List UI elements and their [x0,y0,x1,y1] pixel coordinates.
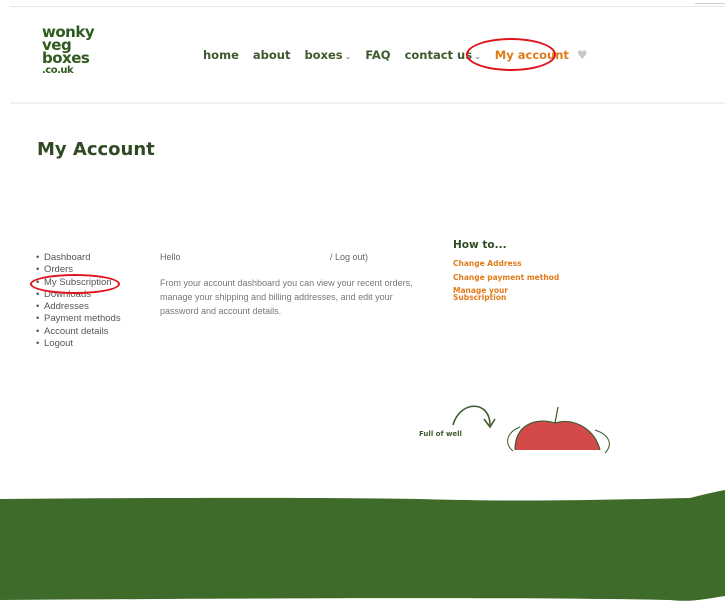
page-title: My Account [37,139,155,160]
footer-wave [0,490,725,601]
menu-item-addresses[interactable]: Addresses [36,301,121,314]
heart-icon[interactable]: ♥ [577,48,588,62]
greeting-text: Hello [160,252,181,262]
apple-body [514,420,601,451]
nav-about[interactable]: about [253,48,291,62]
curved-arrow-icon [452,405,491,426]
logo-line-3: boxes [42,49,90,67]
menu-item-payment-methods[interactable]: Payment methods [36,313,121,326]
corner-line [695,3,725,4]
menu-item-logout[interactable]: Logout [36,338,121,351]
site-logo[interactable]: wonky veg boxes .co.uk [42,25,112,77]
account-navigation: Dashboard Orders My Subscription Downloa… [36,252,121,351]
apple-stem [554,406,559,424]
promo-text: Full of well [419,430,462,438]
howto-heading: How to... [453,239,507,251]
nav-contact[interactable]: contact us ⌄ [405,48,481,62]
apple-illustration [452,405,610,454]
nav-home[interactable]: home [203,48,239,62]
menu-item-my-subscription[interactable]: My Subscription [36,277,121,290]
howto-links: Change Address Change payment method Man… [453,259,559,306]
chevron-down-icon: ⌄ [474,52,481,61]
header-divider [10,102,725,104]
nav-my-account[interactable]: My account [495,48,569,62]
howto-manage-subscription[interactable]: Manage your Subscription [453,287,513,302]
dashboard-intro: From your account dashboard you can view… [160,278,413,316]
nav-faq[interactable]: FAQ [365,48,390,62]
chevron-down-icon: ⌄ [344,52,352,61]
menu-item-account-details[interactable]: Account details [36,326,121,339]
main-nav: home about boxes ⌄ FAQ contact us ⌄ My acc… [203,48,588,62]
nav-boxes[interactable]: boxes ⌄ [304,48,351,62]
footer-band [0,490,725,601]
nav-boxes-label: boxes [304,48,343,62]
logout-link[interactable]: / Log out) [330,252,368,262]
top-border [10,6,725,7]
menu-item-dashboard[interactable]: Dashboard [36,252,121,265]
nav-contact-label: contact us [404,48,473,62]
howto-change-address[interactable]: Change Address [453,259,559,268]
menu-item-downloads[interactable]: Downloads [36,289,121,302]
howto-change-payment[interactable]: Change payment method [453,273,559,282]
menu-item-orders[interactable]: Orders [36,264,121,277]
